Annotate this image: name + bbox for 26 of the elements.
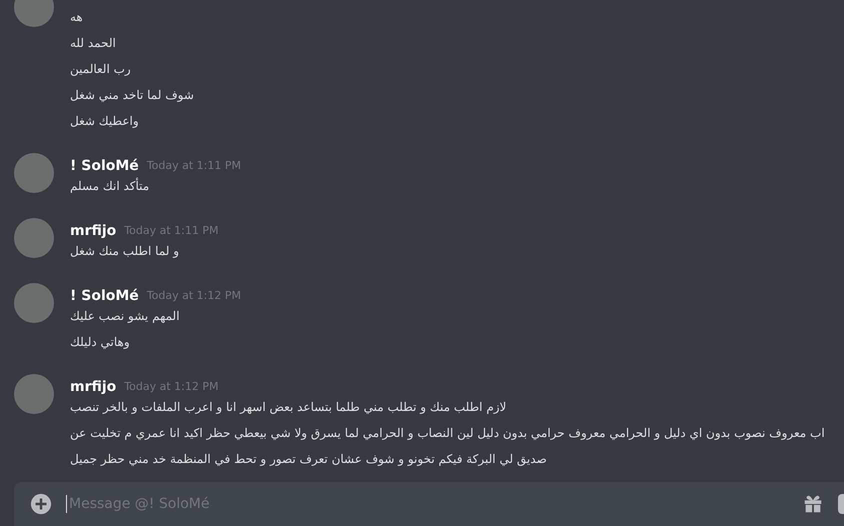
message-timestamp: Today at 1:11 PM bbox=[124, 224, 218, 238]
avatar-placeholder[interactable] bbox=[14, 374, 54, 414]
author-name[interactable]: ! SoloMé bbox=[70, 289, 139, 303]
author-name[interactable]: mrfijo bbox=[70, 380, 116, 394]
avatar-placeholder[interactable] bbox=[14, 218, 54, 258]
add-icon[interactable] bbox=[30, 493, 52, 515]
message-text: متأكد انك مسلم bbox=[70, 176, 150, 195]
message-text: هه bbox=[70, 9, 84, 26]
avatar-placeholder[interactable] bbox=[14, 153, 54, 193]
message-text: صديق لي البركة فيكم تخونو و شوف عشان تعرف تصور و تحط في المنظمة خد مني حظر جميل bbox=[70, 451, 548, 468]
message-text: و لما اطلب منك شغل bbox=[70, 243, 180, 260]
message-text: واعطيك شغل bbox=[70, 113, 140, 130]
message-text: رب العالمين bbox=[70, 61, 132, 78]
message-text: اب معروف نصوب بدون اي دليل و الحرامي معروف حرامي بدون دليل لين النصاب و الحرامي لما يسرق ولا شي بيعطي حظر اكيد انا عمري م تخليت عن bbox=[70, 425, 826, 442]
author-name[interactable]: mrfijo bbox=[70, 224, 116, 238]
message-text: وهاتي دليلك bbox=[70, 334, 131, 351]
message-timestamp: Today at 1:11 PM bbox=[146, 159, 241, 173]
gift-icon[interactable] bbox=[802, 493, 824, 515]
message-timestamp: Today at 1:12 PM bbox=[124, 380, 218, 394]
author-name[interactable]: ! SoloMé bbox=[70, 159, 139, 173]
avatar-placeholder[interactable] bbox=[14, 283, 54, 323]
message-text: لازم اطلب منك و تطلب مني طلما بتساعد بعض اسهر انا و اعرب الملفات و بالخر تنصب bbox=[70, 399, 508, 416]
message-timestamp: Today at 1:12 PM bbox=[146, 289, 241, 303]
message-text: الحمد لله bbox=[70, 35, 117, 52]
message-text: المهم يشو نصب عليك bbox=[70, 308, 181, 325]
message-text: شوف لما تاخد مني شغل bbox=[70, 87, 195, 104]
